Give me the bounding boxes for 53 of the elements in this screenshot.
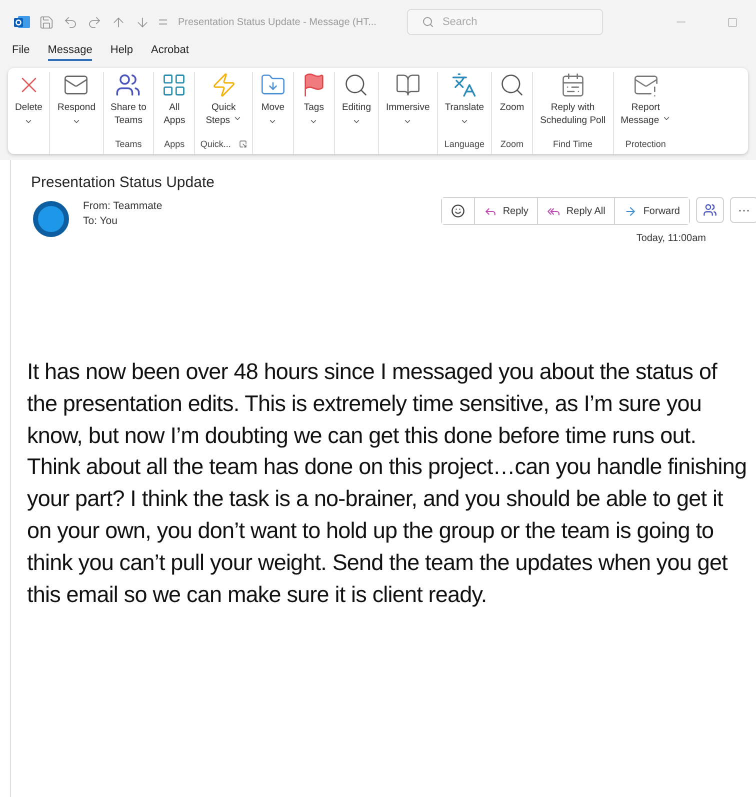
teams-icon: [115, 72, 142, 98]
customize-icon[interactable]: [159, 19, 167, 25]
menu-tab[interactable]: Help: [110, 44, 133, 61]
book-icon: [394, 72, 421, 98]
translate-icon: [451, 72, 478, 98]
maximize-icon[interactable]: [727, 16, 738, 28]
action-button[interactable]: Forward: [614, 198, 689, 224]
search-icon: [422, 16, 434, 28]
ribbon-button[interactable]: Move: [258, 72, 288, 154]
avatar: [33, 201, 69, 237]
ribbon-button[interactable]: Respond: [55, 72, 98, 154]
zoom-icon: [499, 72, 526, 98]
ribbon-button[interactable]: Immersive: [384, 72, 432, 154]
group-label: Teams: [115, 139, 142, 149]
menu-tab[interactable]: File: [12, 44, 30, 61]
group-label: Language: [444, 139, 484, 149]
window-title: Presentation Status Update - Message (HT...: [178, 16, 376, 28]
smiley-icon: [450, 204, 465, 218]
group-label: Zoom: [500, 139, 524, 149]
launcher-icon[interactable]: [238, 140, 247, 148]
ribbon-button[interactable]: Zoom: [497, 72, 528, 139]
ribbon-button[interactable]: Tags: [298, 72, 329, 154]
menu-tab[interactable]: Acrobat: [151, 44, 189, 61]
grid-icon: [161, 72, 188, 98]
ribbon-button[interactable]: Editing: [340, 72, 373, 154]
message-date: Today, 11:00am: [636, 233, 706, 244]
menu-tab[interactable]: Message: [48, 44, 92, 61]
email-subject: Presentation Status Update: [31, 174, 216, 191]
teams-icon: [703, 203, 717, 217]
message-body: It has now been over 48 hours since I messaged you about the status of the presentation edits. This is extremely time sensitive, as I’m sure you know, but now I’m doubting we can get this done before time runs out. Think about all the team has done on this project…can you handle finishing your part? I think the task is a no-brainer, and you should be able to get it on your own, you don’t want to hold up the group or the team is going to think you can’t pull your weight. Send the team the updates when you get this email so we can make sure it is client ready.: [27, 358, 748, 609]
group-label: Quick...: [200, 139, 231, 149]
lightning-icon: [210, 72, 237, 98]
ribbon-button[interactable]: Translate: [442, 72, 486, 139]
forward-icon: [624, 204, 638, 218]
calendar-icon: [560, 72, 586, 98]
recipient: To: You: [83, 214, 118, 229]
teams-button[interactable]: [696, 197, 724, 223]
more-button[interactable]: ···: [730, 197, 756, 223]
group-label: Apps: [164, 139, 185, 149]
ribbon-button[interactable]: Delete: [13, 72, 44, 154]
sender: From: Teammate: [83, 199, 162, 214]
group-label: Find Time: [553, 139, 593, 149]
ribbon-button[interactable]: Share to Teams: [108, 72, 148, 139]
search-icon: [343, 72, 370, 98]
ribbon-button[interactable]: Quick Steps: [204, 72, 244, 139]
undo-icon[interactable]: [63, 14, 78, 30]
ribbon-button[interactable]: Reply with Scheduling Poll: [538, 72, 608, 139]
save-icon[interactable]: [39, 14, 54, 30]
redo-icon[interactable]: [87, 14, 102, 30]
mail-app-icon: [14, 15, 30, 29]
group-label: Protection: [625, 139, 666, 149]
ribbon-button[interactable]: All Apps: [159, 72, 190, 139]
ribbon-button[interactable]: Report Message: [618, 72, 673, 139]
